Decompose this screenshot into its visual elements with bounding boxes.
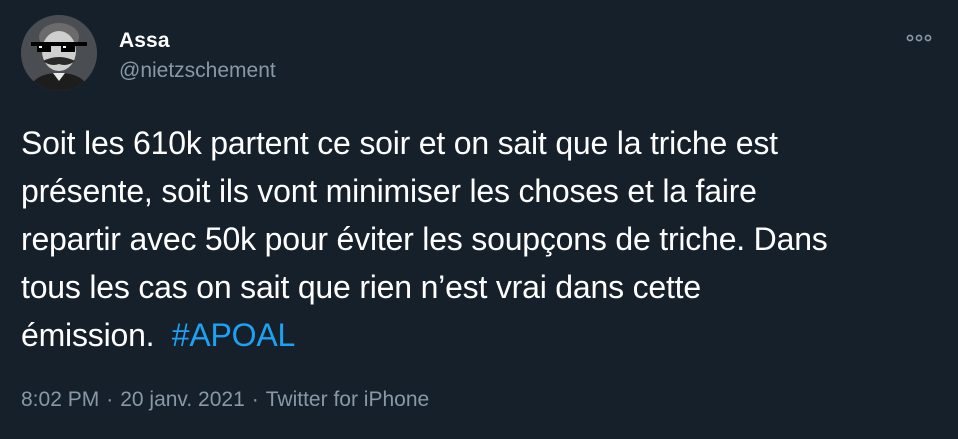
tweet-meta: 8:02 PM · 20 janv. 2021 · Twitter for iPhone [21, 387, 429, 413]
hashtag-link[interactable]: #APOAL [172, 317, 296, 353]
tweet-time[interactable]: 8:02 PM [21, 388, 99, 411]
tweet-text-line: Soit les 610k partent ce soir et on sait… [21, 125, 778, 161]
avatar[interactable] [21, 15, 97, 91]
more-options-button[interactable] [904, 30, 934, 46]
tweet-text: Soit les 610k partent ce soir et on sait… [21, 119, 921, 359]
author-handle[interactable]: @nietzschement [119, 59, 276, 83]
tweet-card: Assa @nietzschement Soit les 610k parten… [0, 0, 958, 439]
tweet-text-line: tous les cas on sait que rien n’est vrai… [21, 269, 701, 305]
tweet-text-line: repartir avec 50k pour éviter les soupço… [21, 221, 828, 257]
tweet-text-line: émission. #APOAL [21, 311, 921, 359]
more-options-icon [906, 34, 932, 42]
tweet-text-last: émission. [21, 317, 155, 353]
tweet-text-line: présente, soit ils vont minimiser les ch… [21, 173, 757, 209]
meta-separator: · [251, 388, 259, 411]
author-name[interactable]: Assa [119, 29, 170, 53]
meta-separator: · [106, 388, 114, 411]
avatar-icon [21, 15, 97, 91]
tweet-date[interactable]: 20 janv. 2021 [120, 388, 245, 411]
tweet-source[interactable]: Twitter for iPhone [266, 388, 429, 411]
